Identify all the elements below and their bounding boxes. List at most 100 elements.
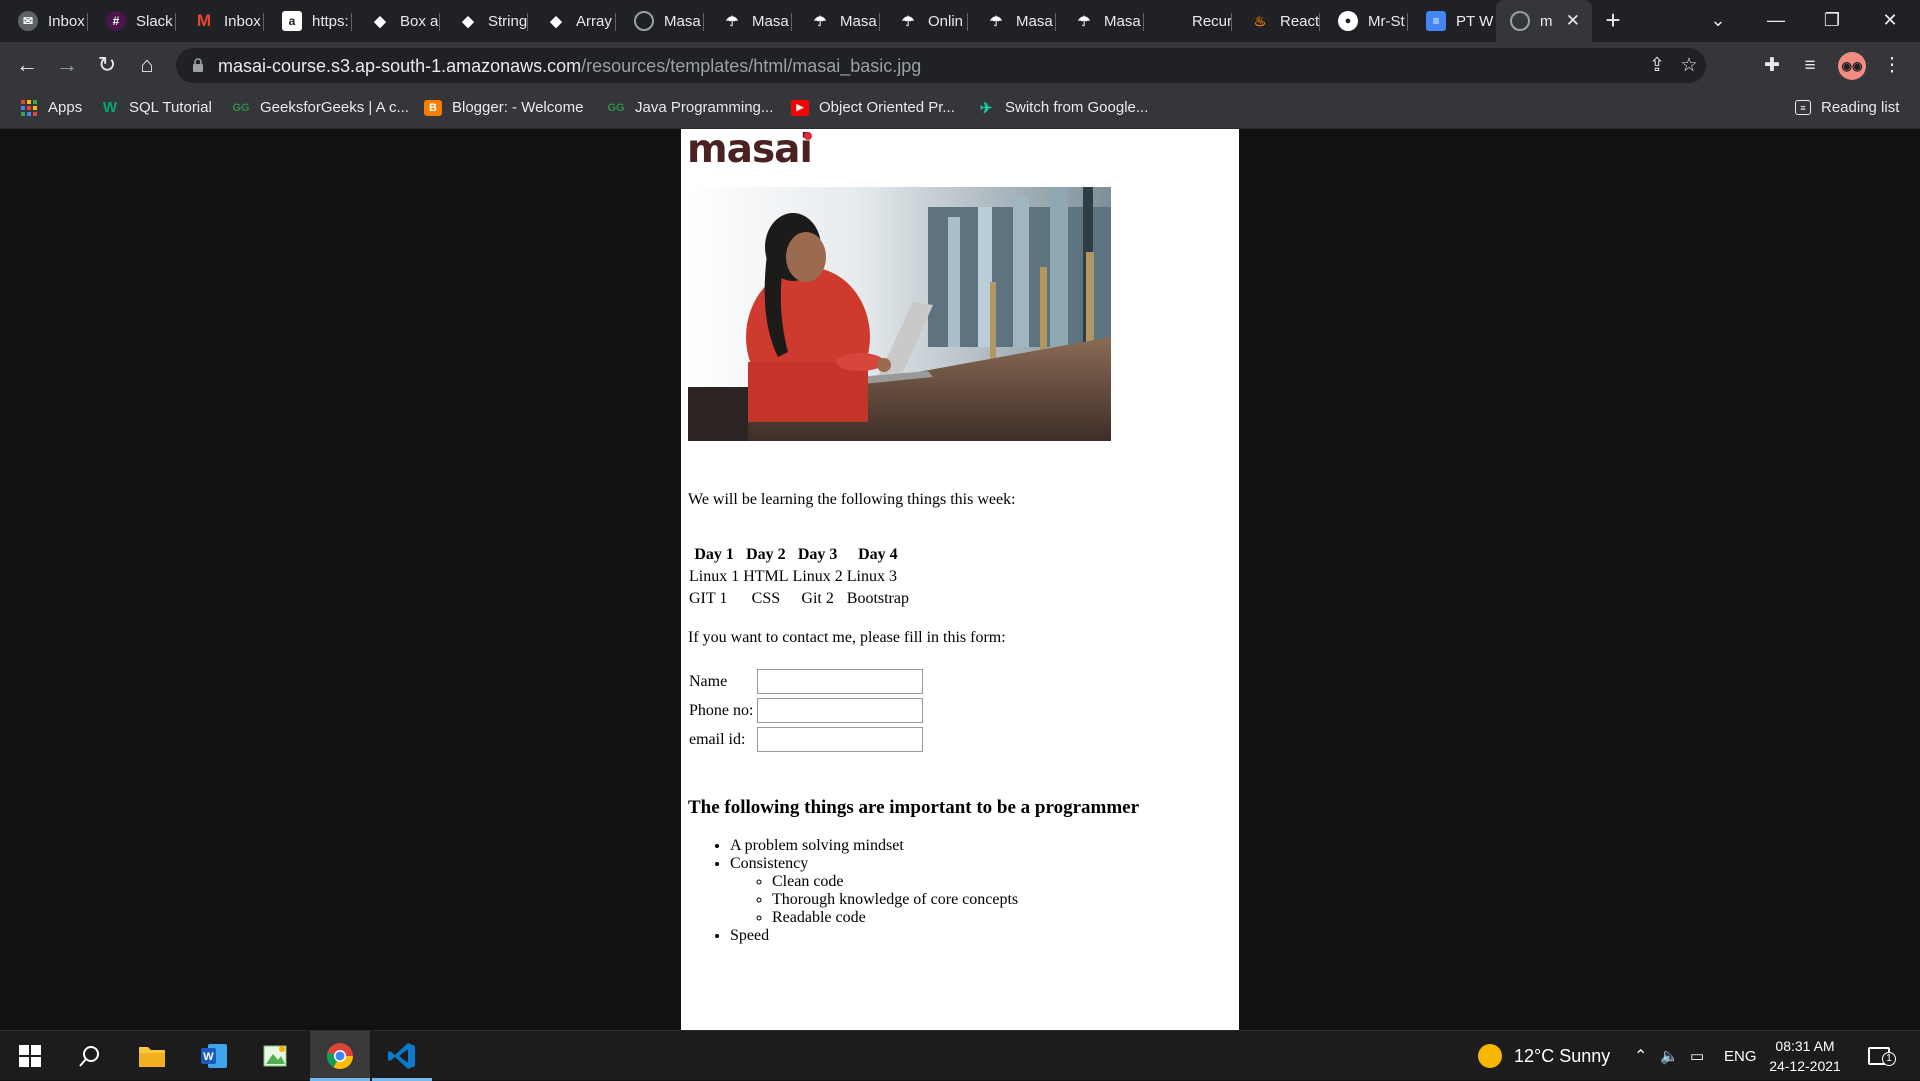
tab-label: Mr-St [1368,12,1405,30]
java-icon: ♨ [1253,12,1267,29]
lock-icon[interactable] [192,58,204,72]
browser-toolbar: ← → ↻ ⌂ masai-course.s3.ap-south-1.amazo… [0,42,1920,89]
bookmark-object-oriented[interactable]: ▶ Object Oriented Pr... [791,99,955,116]
tab-github[interactable]: ● Mr-St [1320,5,1408,37]
reading-list-label: Reading list [1821,99,1900,116]
gmail-icon: M [196,11,212,30]
bookmark-geeksforgeeks[interactable]: GG GeeksforGeeks | A c... [232,99,409,116]
vscode-button[interactable] [372,1031,432,1081]
word-button[interactable]: W [184,1031,244,1081]
tab-inbox[interactable]: ✉ Inbox [0,5,88,37]
form-row: email id: [687,725,925,754]
sub-list-item: Clean code [772,873,1018,891]
back-button[interactable]: ← [11,50,43,82]
close-window-button[interactable]: ✕ [1862,0,1918,42]
tab-docs[interactable]: ≡ PT W [1408,5,1496,37]
show-hidden-icons[interactable]: ⌃ [1634,1031,1647,1081]
tab-search-button[interactable]: ⌄ [1690,0,1746,42]
folder-icon [139,1047,165,1067]
tab-recur[interactable]: Recur [1144,5,1232,37]
start-button[interactable] [0,1031,60,1081]
vscode-icon [388,1043,415,1069]
search-button[interactable] [60,1031,120,1081]
bookmark-switch-from-google[interactable]: ✈ Switch from Google... [977,99,1149,117]
new-tab-button[interactable]: + [1598,6,1628,36]
windows-taskbar: W 12°C Sunny ⌃ 🔈 ▭ ENG 08:31 AM 24-12-20… [0,1030,1920,1081]
volume-icon[interactable]: 🔈 [1660,1031,1679,1081]
network-icon[interactable]: ▭ [1690,1031,1704,1081]
restore-button[interactable]: ❐ [1804,0,1860,42]
url-text[interactable]: masai-course.s3.ap-south-1.amazonaws.com… [218,56,921,77]
bookmark-java-programming[interactable]: GG Java Programming... [607,99,773,116]
tab-label: https: [312,12,349,30]
contact-text: If you want to contact me, please fill i… [688,629,1006,646]
table-cell: Git 2 [801,590,834,607]
tab-label: Masa [1104,12,1141,30]
masai-logo: masai [687,127,813,172]
form-row: Name [687,667,925,696]
notification-center[interactable]: 1 [1868,1031,1896,1081]
tab-active[interactable]: m ✕ [1496,0,1592,42]
clock[interactable]: 08:31 AM 24-12-2021 [1760,1036,1850,1076]
weather-widget[interactable]: 12°C Sunny [1478,1031,1610,1081]
media-control-icon[interactable]: ≡ [1796,52,1824,80]
bookmark-apps[interactable]: Apps [20,99,82,116]
tab-label: React [1280,12,1320,30]
masai-icon: ☂ [901,12,915,29]
address-bar[interactable]: masai-course.s3.ap-south-1.amazonaws.com… [176,48,1706,83]
forward-button[interactable]: → [51,50,83,82]
tab-masai-2[interactable]: ☂ Masa [704,5,792,37]
table-header: Day 4 [858,546,898,563]
tab-masai-4[interactable]: ☂ Masa [968,5,1056,37]
tab-box[interactable]: ◆ Box a [352,5,440,37]
browser-viewport: masai We will be learning the following … [0,127,1920,1030]
bookmarks-bar: Apps W SQL Tutorial GG GeeksforGeeks | A… [0,89,1920,129]
bookmark-sql-tutorial[interactable]: W SQL Tutorial [101,99,212,116]
phone-input[interactable] [757,698,924,723]
docs-icon: ≡ [1426,11,1446,31]
bookmark-star-icon[interactable]: ☆ [1676,53,1702,79]
masai-icon: ☂ [813,12,827,29]
bookmark-label: Object Oriented Pr... [819,99,955,116]
tab-online[interactable]: ☂ Onlin [880,5,968,37]
sub-list-item: Thorough knowledge of core concepts [772,891,1018,909]
tab-gmail[interactable]: M Inbox [176,5,264,37]
reading-list-button[interactable]: ≡ Reading list [1795,99,1899,116]
weather-text: 12°C Sunny [1514,1045,1611,1066]
share-icon[interactable]: ⇪ [1644,53,1670,79]
slack-icon: # [106,11,126,31]
tab-label: Slack [136,12,173,30]
clock-date: 24-12-2021 [1769,1058,1841,1074]
chrome-icon [326,1043,354,1070]
profile-avatar[interactable]: ◉◉ [1838,52,1866,80]
tab-masai-5[interactable]: ☂ Masa [1056,5,1144,37]
bookmark-label: SQL Tutorial [129,99,212,116]
menu-icon[interactable]: ⋮ [1878,52,1906,80]
photos-button[interactable] [246,1031,306,1081]
minimize-button[interactable]: — [1748,0,1804,42]
close-tab-icon[interactable]: ✕ [1566,11,1580,31]
home-button[interactable]: ⌂ [131,50,163,82]
reload-button[interactable]: ↻ [91,50,123,82]
tab-label: Box a [400,12,439,30]
tab-slack[interactable]: # Slack [88,5,176,37]
sun-icon [1478,1044,1502,1068]
table-cell: HTML [743,568,789,585]
tab-label: PT W [1456,12,1494,30]
extensions-icon[interactable]: ✚ [1758,52,1786,80]
language-indicator[interactable]: ENG [1724,1031,1757,1081]
tab-masai-1[interactable]: Masa [616,5,704,37]
email-input[interactable] [757,727,924,752]
geeksforgeeks-icon: GG [607,101,625,114]
chrome-button[interactable] [310,1031,370,1081]
tab-react[interactable]: ♨ React [1232,5,1320,37]
tab-string[interactable]: ◆ String [440,5,528,37]
tab-https[interactable]: a https: [264,5,352,37]
bookmark-blogger[interactable]: B Blogger: - Welcome [424,99,583,116]
file-explorer-button[interactable] [122,1031,182,1081]
tab-array[interactable]: ◆ Array [528,5,616,37]
tab-masai-3[interactable]: ☂ Masa [792,5,880,37]
table-cell: GIT 1 [689,590,728,607]
name-input[interactable] [757,669,924,694]
blogger-icon: B [424,99,442,116]
